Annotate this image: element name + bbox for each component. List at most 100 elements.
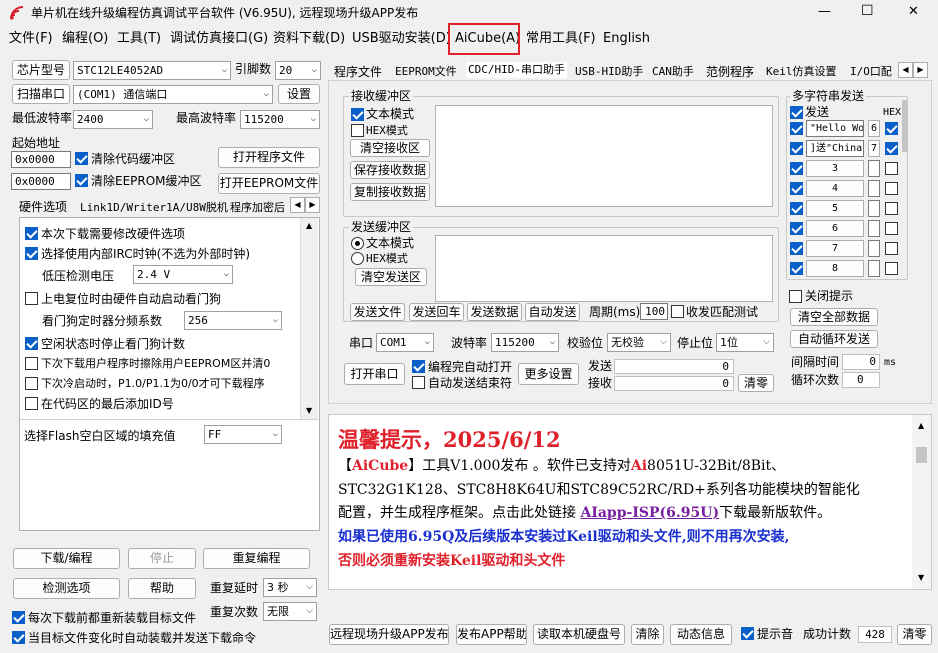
multi-scrollbar[interactable] xyxy=(902,100,908,152)
tab-link1d[interactable]: Link1D/Writer1A/U8W脱机 xyxy=(80,200,228,216)
download-link[interactable]: AIapp-ISP(6.95U) xyxy=(580,505,719,521)
clear-code-checkbox[interactable] xyxy=(75,152,88,165)
copy-recv-button[interactable]: 复制接收数据 xyxy=(350,183,430,201)
send-data-button[interactable]: 发送数据 xyxy=(467,303,522,321)
help-button[interactable]: 帮助 xyxy=(128,578,196,599)
multi-row8-input[interactable] xyxy=(868,260,880,277)
period-input[interactable]: 100 xyxy=(640,303,668,320)
more-settings-button[interactable]: 更多设置 xyxy=(518,363,579,385)
repeat-count-select[interactable]: 无限 xyxy=(263,602,317,621)
loops-input[interactable]: 0 xyxy=(842,372,880,388)
dynamic-info-button[interactable]: 动态信息 xyxy=(670,624,732,645)
multi-row2-hex-checkbox[interactable] xyxy=(885,142,898,155)
multi-row7-input[interactable] xyxy=(868,240,880,257)
maximize-icon[interactable]: ☐ xyxy=(861,3,874,19)
notice-scroll-down-icon[interactable]: ▼ xyxy=(918,573,924,582)
tab-serial-helper[interactable]: CDC/HID-串口助手 xyxy=(466,62,567,78)
option-wdt-checkbox[interactable] xyxy=(25,292,38,305)
tab-examples[interactable]: 范例程序 xyxy=(706,64,754,80)
baud-select[interactable]: 115200 xyxy=(491,333,559,352)
multi-row2-checkbox[interactable] xyxy=(790,142,803,155)
tab-eeprom-file[interactable]: EEPROM文件 xyxy=(395,64,457,80)
multi-row6-hex-checkbox[interactable] xyxy=(885,222,898,235)
multi-row6-send-button[interactable]: 6 xyxy=(806,220,864,237)
scroll-up-icon[interactable]: ▲ xyxy=(306,221,312,230)
multi-row1-hex-checkbox[interactable] xyxy=(885,122,898,135)
send-file-button[interactable]: 发送文件 xyxy=(350,303,405,321)
multi-row2-input[interactable]: ]送"China! xyxy=(806,140,864,157)
chip-type-button[interactable]: 芯片型号 xyxy=(12,60,70,80)
multi-row1-checkbox[interactable] xyxy=(790,122,803,135)
tab-scroll-right-icon[interactable]: ▶ xyxy=(305,197,320,213)
right-tab-right-icon[interactable]: ▶ xyxy=(913,62,928,78)
tab-keil[interactable]: Keil仿真设置 xyxy=(766,64,837,80)
open-port-button[interactable]: 打开串口 xyxy=(344,363,405,385)
multi-row6-checkbox[interactable] xyxy=(790,222,803,235)
multi-row6-input[interactable] xyxy=(868,220,880,237)
minimize-icon[interactable]: — xyxy=(818,4,831,20)
multi-row3-checkbox[interactable] xyxy=(790,162,803,175)
multi-row3-hex-checkbox[interactable] xyxy=(885,162,898,175)
remote-upgrade-button[interactable]: 远程现场升级APP发布 xyxy=(329,624,449,645)
tone-checkbox[interactable] xyxy=(741,627,754,640)
multi-row4-hex-checkbox[interactable] xyxy=(885,182,898,195)
notice-scroll-up-icon[interactable]: ▲ xyxy=(918,421,924,430)
menu-usb-driver[interactable]: USB驱动安装(D) xyxy=(352,31,451,47)
download-program-button[interactable]: 下载/编程 xyxy=(13,548,120,569)
success-clear-button[interactable]: 清零 xyxy=(897,624,932,645)
multi-row2-send-button[interactable]: 7 xyxy=(868,140,880,157)
clear-recv-button[interactable]: 清空接收区 xyxy=(350,139,430,157)
close-tip-checkbox[interactable] xyxy=(789,290,802,303)
clear-eeprom-checkbox[interactable] xyxy=(75,174,88,187)
option-irc-checkbox[interactable] xyxy=(25,247,38,260)
menu-debug[interactable]: 调试仿真接口(G) xyxy=(170,31,268,47)
wdt-div-select[interactable]: 256 xyxy=(184,311,282,330)
chip-select[interactable]: STC12LE4052AD xyxy=(73,61,231,80)
right-tab-left-icon[interactable]: ◀ xyxy=(898,62,913,78)
send-return-button[interactable]: 发送回车 xyxy=(409,303,464,321)
menu-english[interactable]: English xyxy=(603,31,650,47)
read-disk-button[interactable]: 读取本机硬盘号 xyxy=(533,624,625,645)
multi-row7-hex-checkbox[interactable] xyxy=(885,242,898,255)
multi-row8-checkbox[interactable] xyxy=(790,262,803,275)
options-scrollbar[interactable]: ▲ ▼ xyxy=(300,218,318,419)
option-idle-wdt-checkbox[interactable] xyxy=(25,337,38,350)
match-test-checkbox[interactable] xyxy=(671,305,684,318)
menu-downloads[interactable]: 资料下载(D) xyxy=(273,31,345,47)
multi-row4-input[interactable] xyxy=(868,180,880,197)
option-erase-eeprom-checkbox[interactable] xyxy=(25,357,38,370)
multi-row5-checkbox[interactable] xyxy=(790,202,803,215)
stop-button[interactable]: 停止 xyxy=(128,548,196,569)
publish-help-button[interactable]: 发布APP帮助 xyxy=(456,624,527,645)
addr-code-input[interactable]: 0x0000 xyxy=(11,151,71,168)
option-modify-hw-checkbox[interactable] xyxy=(25,227,38,240)
tab-can[interactable]: CAN助手 xyxy=(652,64,694,80)
lvd-select[interactable]: 2.4 V xyxy=(133,265,233,284)
close-icon[interactable]: ✕ xyxy=(908,4,919,20)
multi-row5-send-button[interactable]: 5 xyxy=(806,200,864,217)
menu-tools[interactable]: 工具(T) xyxy=(117,31,161,47)
addr-eeprom-input[interactable]: 0x0000 xyxy=(11,173,71,190)
open-eeprom-button[interactable]: 打开EEPROM文件 xyxy=(218,173,320,194)
menu-common-tools[interactable]: 常用工具(F) xyxy=(526,31,596,47)
clear-count-button[interactable]: 清零 xyxy=(738,374,774,392)
tab-encrypt[interactable]: 程序加密后 xyxy=(230,200,285,216)
send-textarea[interactable] xyxy=(435,235,773,302)
tab-program-file[interactable]: 程序文件 xyxy=(334,64,382,80)
multi-row3-input[interactable] xyxy=(868,160,880,177)
multi-row7-send-button[interactable]: 7 xyxy=(806,240,864,257)
send-text-mode-radio[interactable] xyxy=(351,237,364,250)
min-baud-select[interactable]: 2400 xyxy=(73,110,153,129)
multi-row7-checkbox[interactable] xyxy=(790,242,803,255)
clear-button[interactable]: 清除 xyxy=(631,624,664,645)
max-baud-select[interactable]: 115200 xyxy=(240,110,320,129)
menu-program[interactable]: 编程(O) xyxy=(62,31,108,47)
multi-row1-send-button[interactable]: 6 xyxy=(868,120,880,137)
detect-options-button[interactable]: 检测选项 xyxy=(13,578,120,599)
multi-row4-checkbox[interactable] xyxy=(790,182,803,195)
send-hex-mode-radio[interactable] xyxy=(351,252,364,265)
repeat-delay-select[interactable]: 3 秒 xyxy=(263,578,317,597)
auto-load-checkbox[interactable] xyxy=(12,631,25,644)
notice-scroll-thumb[interactable] xyxy=(916,447,927,463)
scroll-down-icon[interactable]: ▼ xyxy=(306,406,312,415)
